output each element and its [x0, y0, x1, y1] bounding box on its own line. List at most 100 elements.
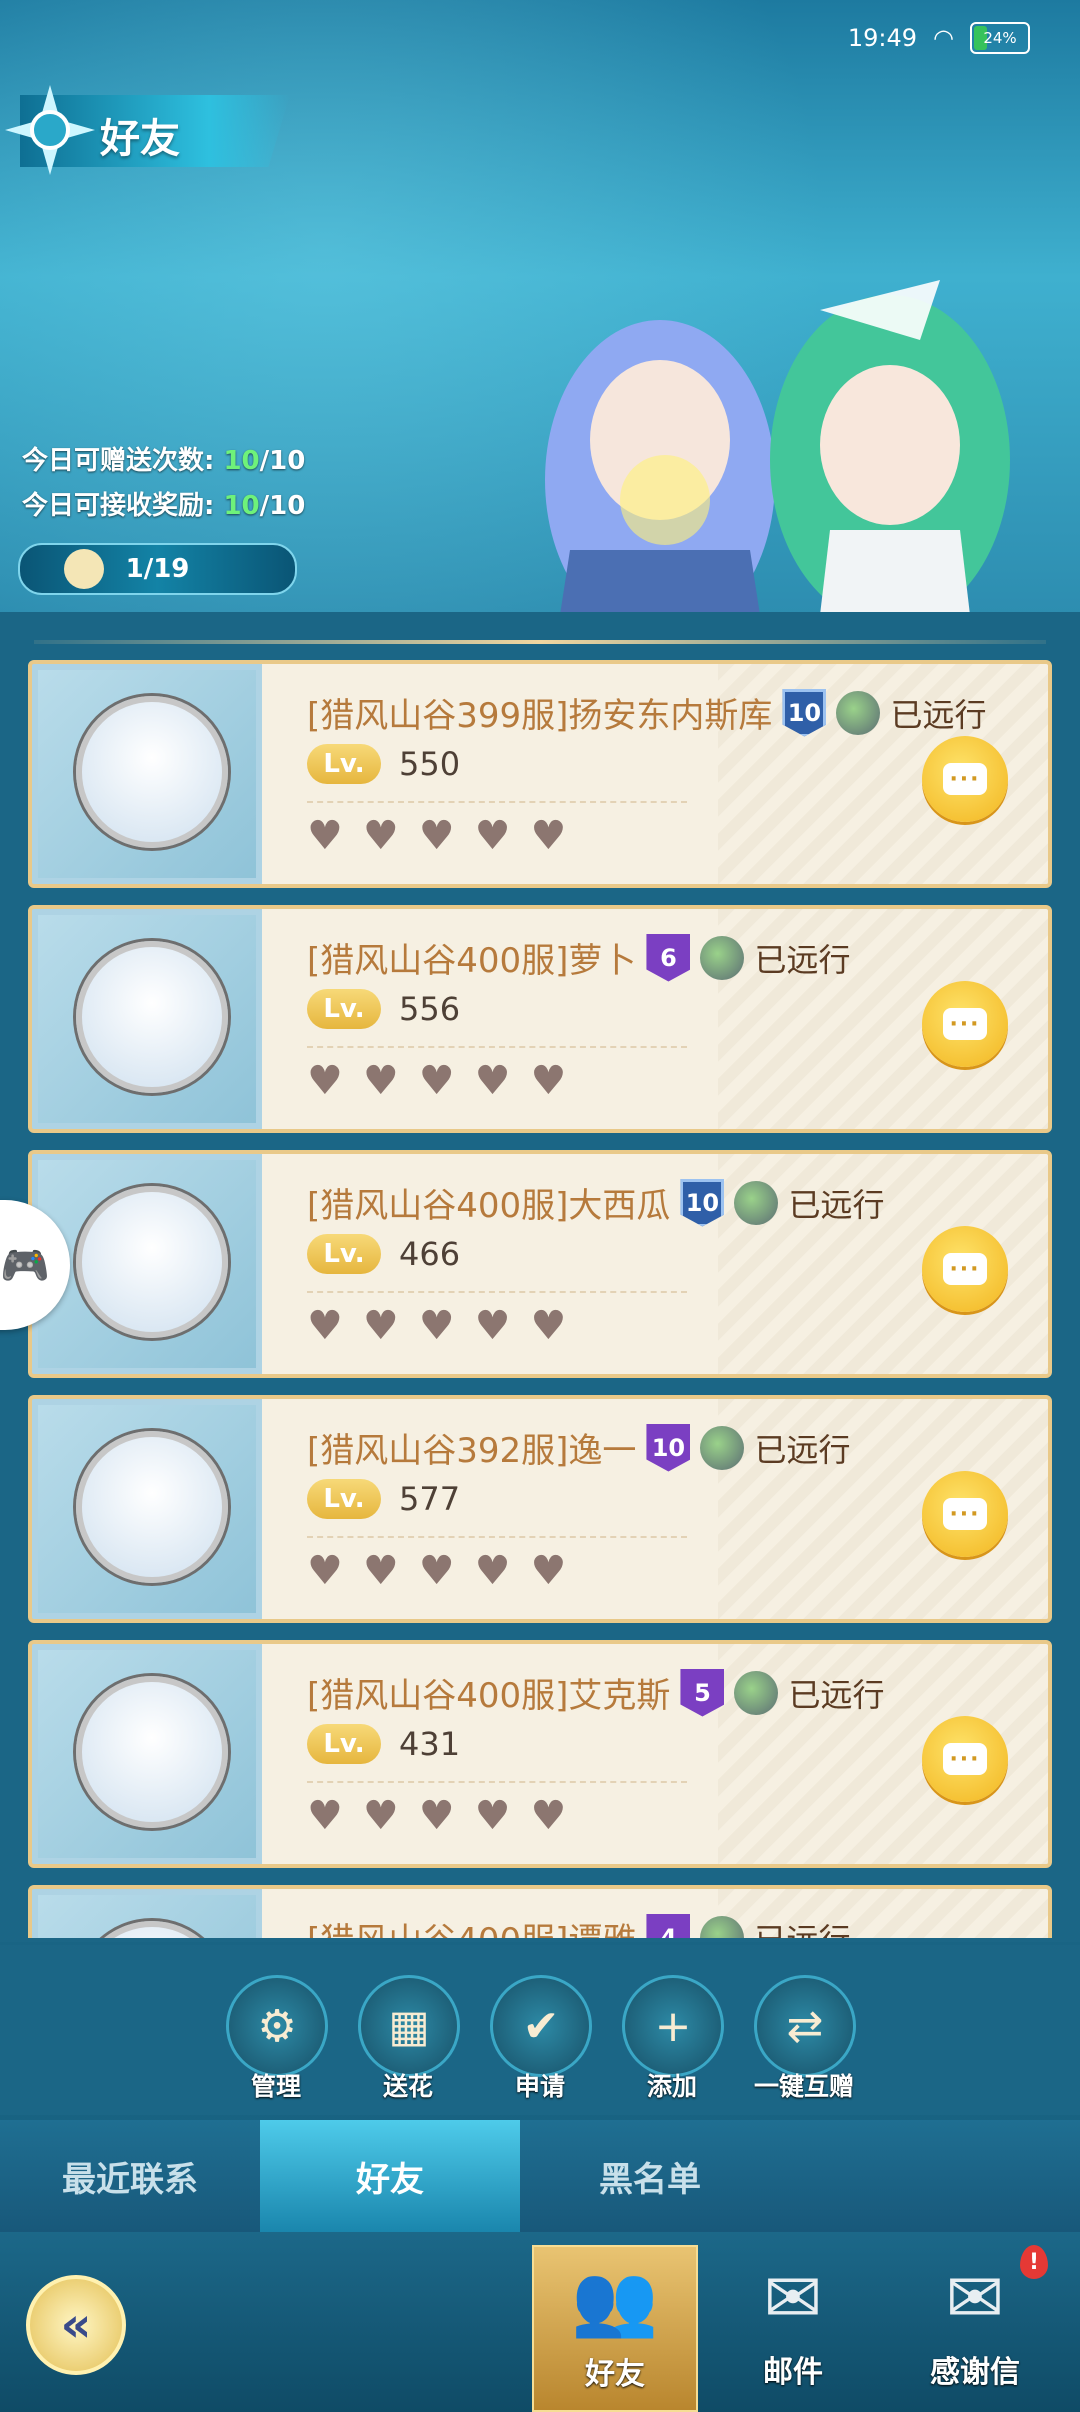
avatar[interactable] — [76, 696, 228, 848]
tab-blacklist[interactable]: 黑名单 — [520, 2120, 780, 2232]
add-friend-button[interactable]: + 添加 — [622, 1975, 724, 2103]
heart-icon: ♥ — [307, 813, 343, 859]
send-flower-button[interactable]: ▦ 送花 — [358, 1975, 460, 2103]
friend-name-row: [猎风山谷400服]大西瓜 10 已远行 — [307, 1178, 884, 1227]
level-value: 550 — [399, 745, 461, 783]
heart-icon: ♥ — [418, 1303, 455, 1349]
heart-icon: ♥ — [474, 1058, 511, 1104]
level-row: Lv. 577 — [307, 1479, 460, 1519]
friend-name: [猎风山谷400服]大西瓜 — [307, 1186, 671, 1226]
level-value: 577 — [399, 1480, 461, 1518]
friend-name: [猎风山谷400服]萝卜 — [307, 941, 637, 981]
chat-icon: ··· — [943, 1743, 987, 1775]
divider — [34, 640, 1046, 644]
friend-count-badge: 1/19 — [18, 543, 297, 595]
divider — [307, 1781, 687, 1783]
chat-icon: ··· — [943, 763, 987, 795]
friend-card[interactable]: [猎风山谷392服]逸一 10 已远行 Lv. 577 ♥ ♥ ♥ ♥ ♥ ··· — [28, 1395, 1052, 1623]
level-tag: Lv. — [307, 989, 381, 1029]
planet-icon — [734, 1670, 779, 1715]
tab-recent[interactable]: 最近联系 — [0, 2120, 260, 2232]
friend-name: [猎风山谷400服]谭雅 — [307, 1913, 636, 1938]
heart-icon: ♥ — [530, 1058, 567, 1104]
friend-card[interactable]: [猎风山谷400服]艾克斯 5 已远行 Lv. 431 ♥ ♥ ♥ ♥ ♥ ··· — [28, 1640, 1052, 1868]
friend-status: 已远行 — [890, 695, 987, 734]
back-button[interactable]: « — [26, 2275, 126, 2375]
friend-name-row: [猎风山谷392服]逸一 10 已远行 — [307, 1423, 850, 1472]
chat-button[interactable]: ··· — [922, 981, 1008, 1067]
friend-list[interactable]: [猎风山谷399服]扬安东内斯库 10 已远行 Lv. 550 ♥ ♥ ♥ ♥ ♥ ··… — [28, 660, 1052, 1938]
nav-thank-letter[interactable]: ✉ 感谢信 ! — [892, 2245, 1058, 2412]
friend-card[interactable]: [猎风山谷399服]扬安东内斯库 10 已远行 Lv. 550 ♥ ♥ ♥ ♥ ♥ ··… — [28, 660, 1052, 888]
heart-icon: ♥ — [362, 1548, 399, 1594]
page-title: 好友 — [100, 116, 180, 162]
friend-card[interactable]: [猎风山谷400服]萝卜 6 已远行 Lv. 556 ♥ ♥ ♥ ♥ ♥ ··· — [28, 905, 1052, 1133]
divider — [307, 1291, 687, 1293]
rank-badge: 10 — [782, 688, 827, 737]
intimacy-hearts: ♥ ♥ ♥ ♥ ♥ — [307, 1061, 566, 1101]
level-row: Lv. 550 — [307, 744, 460, 784]
heart-icon: ♥ — [474, 1303, 511, 1349]
heart-icon: ♥ — [362, 1058, 399, 1104]
heart-icon: ♥ — [307, 1303, 343, 1349]
heart-icon: ♥ — [418, 1793, 455, 1839]
manage-button[interactable]: ⚙ 管理 — [226, 1975, 328, 2103]
friend-name-row: [猎风山谷400服]萝卜 6 已远行 — [307, 933, 850, 982]
friend-card[interactable]: [猎风山谷400服]大西瓜 10 已远行 Lv. 466 ♥ ♥ ♥ ♥ ♥ ··· — [28, 1150, 1052, 1378]
heart-icon: ♥ — [307, 1548, 343, 1594]
friend-status: 已远行 — [754, 1430, 851, 1469]
friend-status: 已远行 — [788, 1185, 885, 1224]
level-row: Lv. 556 — [307, 989, 460, 1029]
header-banner: 19:49 ◠ 24% 好友 今日可赠送次数: 10/10 今日可接收奖励: 1… — [0, 0, 1080, 615]
friend-card[interactable]: [猎风山谷400服]谭雅 4 已远行 Lv. ♥♥♥♥♥ ··· — [28, 1885, 1052, 1938]
level-tag: Lv. — [307, 744, 381, 784]
chat-button[interactable]: ··· — [922, 1716, 1008, 1802]
mail-icon: ✉ — [763, 2257, 823, 2339]
divider — [307, 1536, 687, 1538]
alert-badge: ! — [1020, 2245, 1048, 2279]
chat-button[interactable]: ··· — [922, 1471, 1008, 1557]
heart-icon: ♥ — [418, 1058, 455, 1104]
mutual-gift-button[interactable]: ⇄ 一键互赠 — [754, 1975, 856, 2103]
avatar[interactable] — [76, 1186, 228, 1338]
heart-icon: ♥ — [307, 1793, 343, 1839]
back-arrow-icon: « — [60, 2297, 92, 2353]
avatar[interactable] — [76, 1431, 228, 1583]
apply-button[interactable]: ✔ 申请 — [490, 1975, 592, 2103]
intimacy-hearts: ♥ ♥ ♥ ♥ ♥ — [307, 1551, 566, 1591]
nav-mail[interactable]: ✉ 邮件 — [710, 2245, 876, 2412]
friend-name-row: [猎风山谷399服]扬安东内斯库 10 已远行 — [307, 688, 986, 737]
friend-name: [猎风山谷399服]扬安东内斯库 — [307, 696, 773, 736]
friend-status: 已远行 — [754, 940, 851, 979]
avatar[interactable] — [76, 1676, 228, 1828]
heart-icon: ♥ — [362, 813, 399, 859]
heart-icon: ♥ — [362, 1303, 399, 1349]
nav-friends[interactable]: 👥 好友 — [532, 2245, 698, 2412]
manage-icon: ⚙ — [226, 1975, 328, 2077]
chat-icon: ··· — [943, 1498, 987, 1530]
tab-friends[interactable]: 好友 — [260, 2120, 520, 2232]
divider — [307, 801, 687, 803]
heart-icon: ♥ — [362, 1793, 399, 1839]
mutual-gift-icon: ⇄ — [754, 1975, 856, 2077]
planet-icon — [700, 935, 745, 980]
level-tag: Lv. — [307, 1234, 381, 1274]
friends-emblem-icon — [5, 85, 95, 175]
chat-button[interactable]: ··· — [922, 736, 1008, 822]
gift-icon: ▦ — [358, 1975, 460, 2077]
chat-button[interactable]: ··· — [922, 1226, 1008, 1312]
battery-icon: 24% — [970, 22, 1030, 54]
heart-icon: ♥ — [530, 813, 567, 859]
wifi-icon: ◠ — [933, 24, 954, 52]
add-friend-icon: + — [622, 1975, 724, 2077]
friend-name: [猎风山谷400服]艾克斯 — [307, 1676, 671, 1716]
level-tag: Lv. — [307, 1479, 381, 1519]
rank-badge: 10 — [680, 1178, 725, 1227]
avatar[interactable] — [76, 941, 228, 1093]
gift-send-count: 今日可赠送次数: 10/10 — [22, 446, 306, 476]
rank-badge: 10 — [646, 1423, 691, 1472]
level-row: Lv. 431 — [307, 1724, 460, 1764]
level-value: 466 — [399, 1235, 461, 1273]
heart-icon: ♥ — [418, 813, 455, 859]
heart-icon: ♥ — [530, 1793, 567, 1839]
